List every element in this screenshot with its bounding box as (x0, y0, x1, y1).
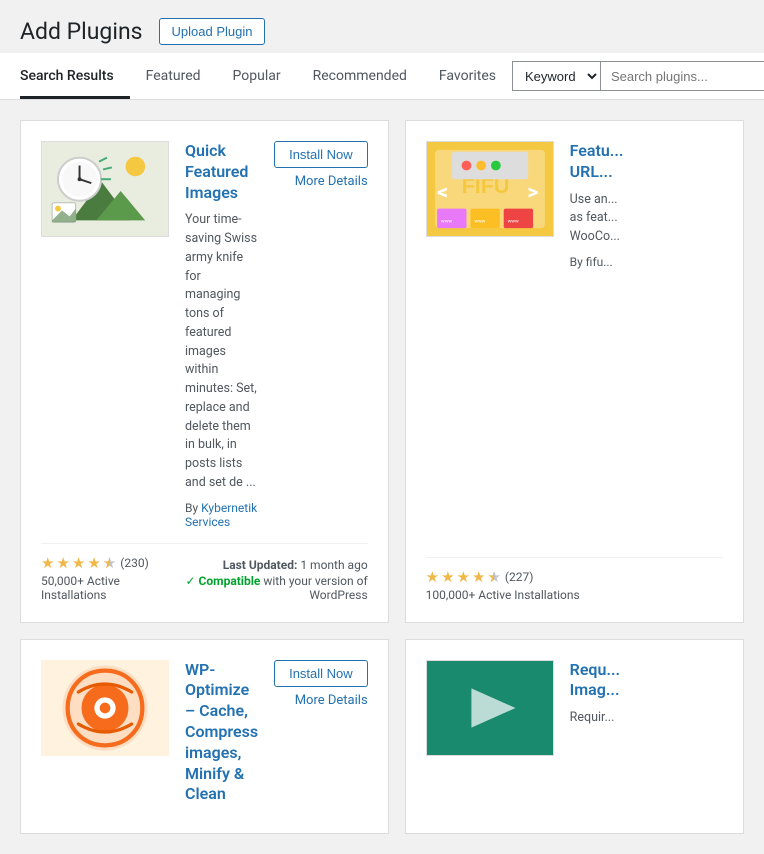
plugin-author-featured-url: By fifu... (570, 255, 723, 269)
plugins-grid: Quick Featured Images Your time-saving S… (20, 120, 744, 834)
plugin-thumbnail-qfi (41, 141, 169, 237)
plugin-meta-qfi: ★ ★ ★ ★ ★ ★ (230) 50,000+ Active Install… (41, 543, 368, 602)
star-4: ★ (87, 554, 100, 572)
plugin-thumbnail-wp-optimize (41, 660, 169, 756)
tab-favorites[interactable]: Favorites (423, 56, 512, 99)
plugin-title-featured-url: Featu...URL... (570, 141, 723, 183)
plugin-card-wp-optimize: WP-Optimize – Cache, Compress images, Mi… (20, 639, 389, 835)
keyword-search: Keyword Author Tag (512, 53, 764, 99)
svg-text:www: www (441, 218, 452, 224)
plugin-title-requ-imag: Requ...Imag... (570, 660, 723, 702)
plugin-info-featured-url: Featu...URL... Use an...as feat...WooCo.… (570, 141, 723, 543)
main-content: Quick Featured Images Your time-saving S… (0, 100, 764, 854)
star-3: ★ (72, 554, 85, 572)
plugin-author-qfi: By Kybernetik Services (185, 501, 258, 529)
install-button-wp-optimize[interactable]: Install Now (274, 660, 368, 687)
plugin-card-requ-imag: Requ...Imag... Requir... (405, 639, 744, 835)
plugin-actions-wp-optimize: Install Now More Details (274, 660, 368, 814)
tab-search-results[interactable]: Search Results (20, 56, 130, 99)
fu-star-2: ★ (441, 568, 454, 586)
plugin-rating-qfi: ★ ★ ★ ★ ★ ★ (230) (41, 554, 161, 572)
more-details-link-wp-optimize[interactable]: More Details (295, 693, 368, 708)
star-1: ★ (41, 554, 54, 572)
svg-text:www: www (507, 218, 518, 224)
plugin-thumbnail-featured-url: < > FIFU www (426, 141, 554, 237)
svg-text:www: www (474, 218, 485, 224)
plugin-meta-featured-url: ★ ★ ★ ★ ★ ★ (227) 100,000+ Active Instal… (426, 557, 723, 602)
rating-count-featured-url: (227) (505, 570, 534, 584)
plugin-actions-qfi: Install Now More Details (274, 141, 368, 529)
compatible-qfi: ✓ Compatible with your version of WordPr… (169, 574, 368, 602)
plugin-author-link-qfi[interactable]: Kybernetik Services (185, 501, 257, 529)
tab-recommended[interactable]: Recommended (297, 56, 423, 99)
plugin-search-input[interactable] (600, 61, 764, 91)
tab-featured[interactable]: Featured (130, 56, 217, 99)
search-type-select[interactable]: Keyword Author Tag (512, 61, 600, 91)
nav-tabs: Search Results Featured Popular Recommen… (20, 56, 512, 99)
plugin-info-requ-imag: Requ...Imag... Requir... (570, 660, 723, 814)
plugin-card-featured-url: < > FIFU www (405, 120, 744, 623)
active-installs-qfi: 50,000+ Active Installations (41, 574, 161, 602)
plugin-desc-requ-imag: Requir... (570, 709, 723, 728)
fu-star-1: ★ (426, 568, 439, 586)
tab-popular[interactable]: Popular (217, 56, 297, 99)
install-button-qfi[interactable]: Install Now (274, 141, 368, 168)
fu-star-4: ★ (472, 568, 485, 586)
upload-plugin-button[interactable]: Upload Plugin (159, 18, 266, 45)
nav-bar: Search Results Featured Popular Recommen… (0, 53, 764, 100)
rating-count-qfi: (230) (120, 556, 149, 570)
svg-text:>: > (527, 180, 538, 205)
plugin-rating-featured-url: ★ ★ ★ ★ ★ ★ (227) (426, 568, 580, 586)
star-2: ★ (56, 554, 69, 572)
plugin-title-wp-optimize: WP-Optimize – Cache, Compress images, Mi… (185, 660, 258, 806)
plugin-desc-featured-url: Use an...as feat...WooCo... (570, 191, 723, 247)
plugin-card-quick-featured-images: Quick Featured Images Your time-saving S… (20, 120, 389, 623)
plugin-info-wp-optimize: WP-Optimize – Cache, Compress images, Mi… (185, 660, 258, 814)
plugin-thumbnail-requ-imag (426, 660, 554, 756)
fu-star-3: ★ (457, 568, 470, 586)
svg-text:<: < (437, 180, 448, 205)
plugin-desc-qfi: Your time-saving Swiss army knife for ma… (185, 211, 258, 492)
fu-star-5-half: ★ ★ (487, 568, 500, 586)
plugin-title-qfi: Quick Featured Images (185, 141, 258, 203)
star-5-half: ★ ★ (103, 554, 116, 572)
plugin-info-qfi: Quick Featured Images Your time-saving S… (185, 141, 258, 529)
page-title: Add Plugins (20, 18, 143, 45)
active-installs-featured-url: 100,000+ Active Installations (426, 588, 580, 602)
last-updated-qfi: Last Updated: 1 month ago (223, 558, 368, 572)
more-details-link-qfi[interactable]: More Details (295, 174, 368, 189)
